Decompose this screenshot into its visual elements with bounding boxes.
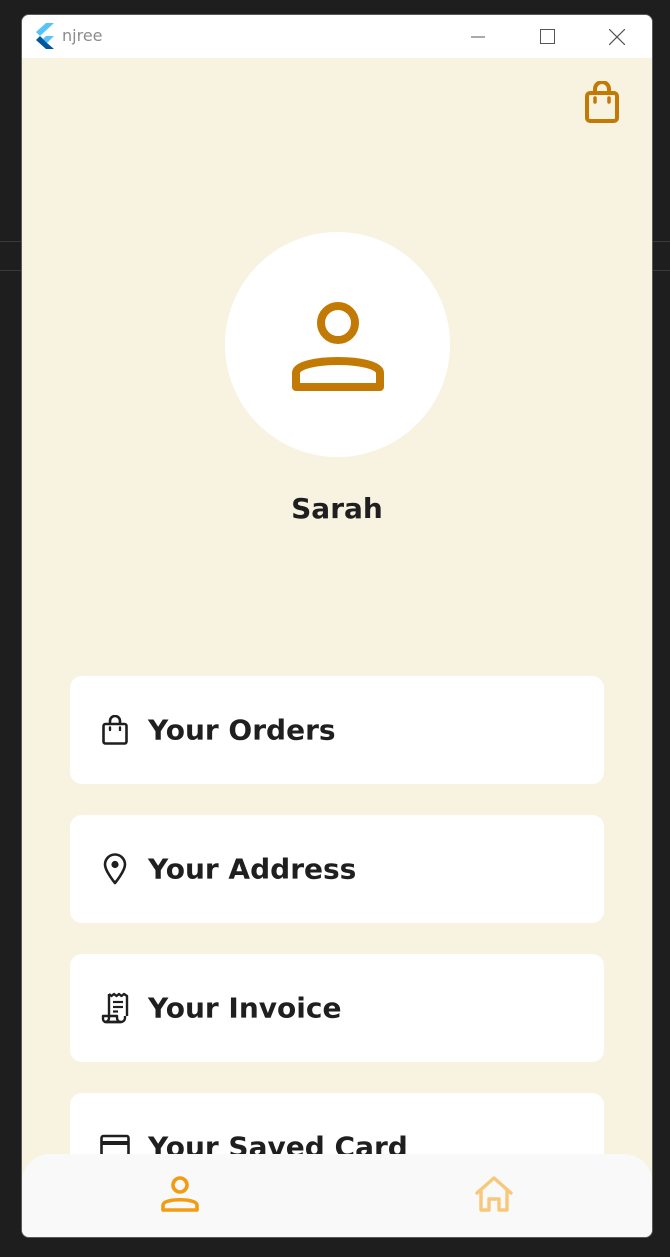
person-icon <box>161 1176 199 1212</box>
close-icon <box>609 28 625 45</box>
background-divider <box>653 270 670 271</box>
receipt-icon <box>100 991 130 1025</box>
bottom-navigation <box>22 1154 652 1237</box>
shopping-bag-icon <box>100 713 130 747</box>
maximize-button[interactable] <box>524 15 570 58</box>
close-button[interactable] <box>594 15 640 58</box>
flutter-logo-icon <box>34 23 58 49</box>
title-bar[interactable]: njree <box>22 15 652 58</box>
menu-item-label: Your Address <box>148 852 357 886</box>
cart-button[interactable] <box>582 79 622 125</box>
menu-item-label: Your Invoice <box>148 991 342 1025</box>
menu-item-label: Your Orders <box>148 713 336 747</box>
background-divider <box>0 241 22 242</box>
location-pin-icon <box>100 852 130 886</box>
window-title: njree <box>62 26 103 45</box>
menu-item-orders[interactable]: Your Orders <box>70 676 604 784</box>
avatar[interactable] <box>225 232 450 457</box>
minimize-icon <box>471 36 485 37</box>
app-window: njree Sarah Your Orders Your Address You… <box>21 14 653 1238</box>
profile-name: Sarah <box>291 492 383 525</box>
background-divider <box>653 241 670 242</box>
nav-profile[interactable] <box>156 1172 204 1216</box>
minimize-button[interactable] <box>455 15 501 58</box>
menu-item-invoice[interactable]: Your Invoice <box>70 954 604 1062</box>
shopping-bag-icon <box>585 81 619 123</box>
background-divider <box>0 270 22 271</box>
menu-item-address[interactable]: Your Address <box>70 815 604 923</box>
nav-home[interactable] <box>470 1172 518 1216</box>
person-icon <box>291 301 384 391</box>
maximize-icon <box>539 29 555 44</box>
home-icon <box>475 1176 513 1212</box>
